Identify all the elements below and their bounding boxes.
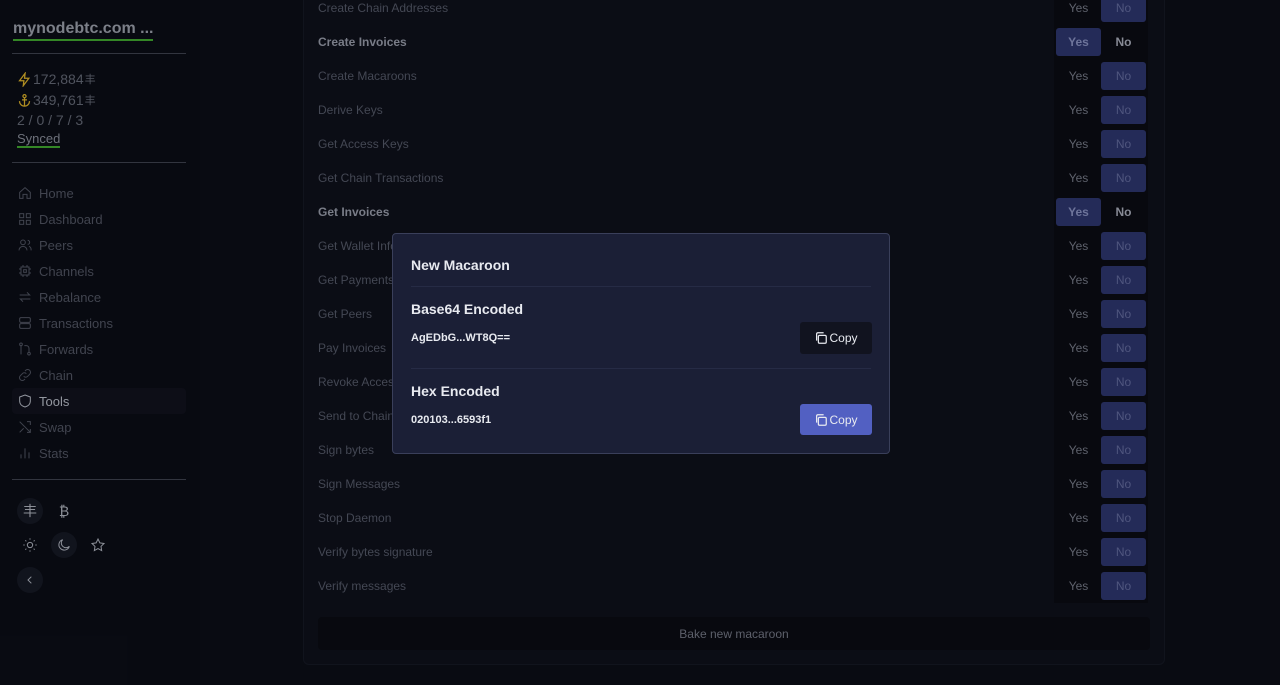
divider bbox=[411, 368, 871, 369]
divider bbox=[411, 286, 871, 287]
copy-icon bbox=[816, 413, 828, 426]
hex-value: 020103...6593f1 bbox=[411, 414, 492, 426]
modal-title: New Macaroon bbox=[411, 257, 510, 273]
new-macaroon-modal: New Macaroon Base64 Encoded AgEDbG...WT8… bbox=[392, 233, 890, 454]
copy-base64-button[interactable]: Copy bbox=[800, 322, 872, 354]
copy-icon bbox=[816, 332, 828, 344]
copy-hex-button[interactable]: Copy bbox=[800, 404, 872, 435]
base64-value: AgEDbG...WT8Q== bbox=[411, 332, 511, 344]
base64-heading: Base64 Encoded bbox=[411, 301, 524, 317]
hex-heading: Hex Encoded bbox=[411, 383, 500, 399]
